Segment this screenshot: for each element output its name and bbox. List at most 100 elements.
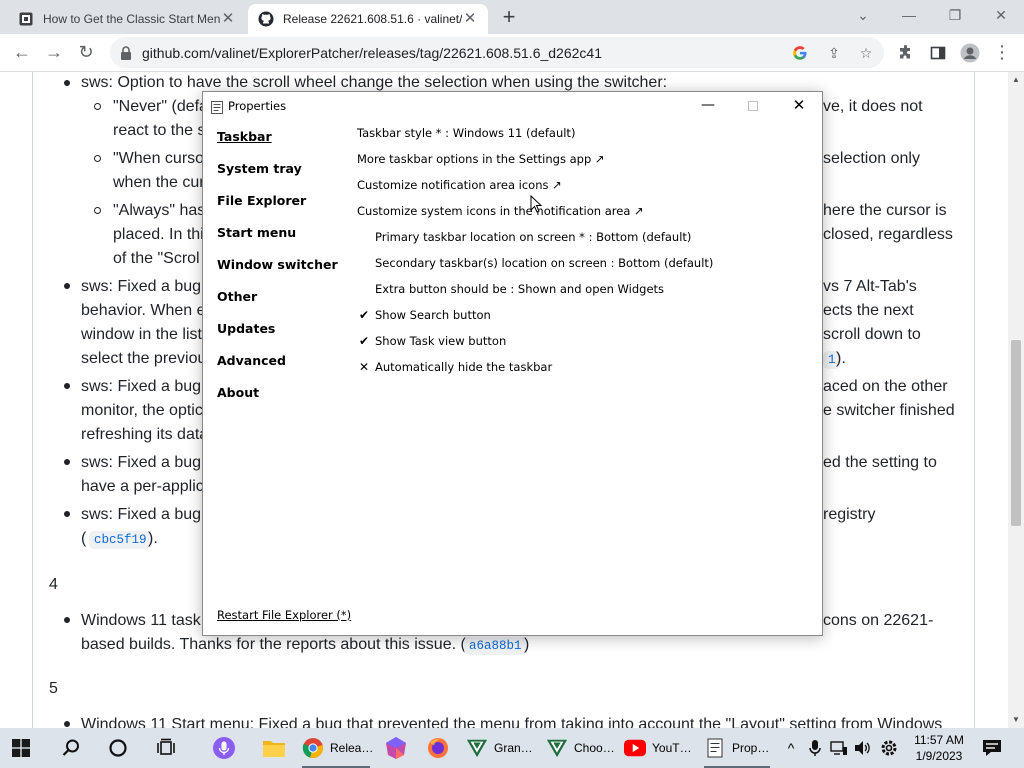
profile-icon[interactable] — [958, 41, 982, 65]
taskbar-app-properties[interactable]: Prop… — [704, 732, 770, 764]
file-explorer-icon[interactable] — [262, 732, 288, 764]
nav-file-explorer[interactable]: File Explorer — [217, 193, 306, 208]
commit-link[interactable]: a6a88b1 — [464, 633, 527, 658]
show-hidden-icons-chevron-up-icon[interactable]: ^ — [782, 732, 800, 764]
cortana-icon[interactable] — [108, 732, 132, 764]
list-item: react to the s — [113, 122, 206, 139]
taskview-icon[interactable] — [156, 732, 180, 764]
menu-icon[interactable]: ⋮ — [990, 41, 1014, 65]
nav-updates[interactable]: Updates — [217, 321, 275, 336]
dialog-minimize-button[interactable]: — — [693, 94, 723, 118]
list-item: refreshing its data — [81, 426, 209, 443]
commit-link[interactable]: cbc5f19 — [89, 527, 152, 552]
option-auto-hide-taskbar[interactable]: Automatically hide the taskbar — [375, 360, 552, 374]
taskbar-app-choose[interactable]: Choo… — [546, 732, 615, 764]
taskbar-app-grammarly[interactable]: Gran… — [466, 732, 533, 764]
volume-icon[interactable] — [854, 732, 872, 764]
google-icon[interactable] — [792, 45, 808, 61]
list-item: "Always" has — [113, 202, 206, 219]
scroll-down-arrow-icon[interactable]: ▼ — [1008, 712, 1024, 728]
page-scrollbar[interactable]: ▲ ▼ — [1008, 72, 1024, 728]
nav-taskbar[interactable]: Taskbar — [217, 129, 272, 144]
windows-start-icon[interactable] — [12, 732, 36, 764]
microphone-icon[interactable] — [806, 732, 824, 764]
list-bullet — [64, 383, 70, 389]
option-customize-notification-icons-link[interactable]: Customize notification area icons ↗ — [357, 178, 562, 192]
dialog-titlebar[interactable]: Properties — ✕ — [203, 92, 822, 120]
tab-close-icon[interactable]: ✕ — [462, 11, 478, 27]
option-taskbar-style[interactable]: Taskbar style * : Windows 11 (default) — [357, 126, 575, 140]
list-bullet — [94, 207, 101, 214]
list-bullet — [64, 721, 70, 727]
share-icon[interactable]: ⇪ — [826, 45, 842, 61]
taskbar-app-chrome[interactable]: Relea… — [302, 732, 374, 764]
list-item: closed, regardless — [823, 226, 953, 243]
new-tab-button[interactable]: + — [498, 6, 520, 29]
list-item: ) — [524, 636, 530, 653]
nav-start-menu[interactable]: Start menu — [217, 225, 296, 240]
tab-release[interactable]: Release 22621.608.51.6 · valinet/ ✕ — [248, 4, 488, 34]
gem-app-icon[interactable] — [384, 732, 410, 764]
browser-toolbar: ← → ↻ github.com/valinet/ExplorerPatcher… — [0, 34, 1024, 72]
sidepanel-icon[interactable] — [926, 41, 950, 65]
option-extra-button[interactable]: Extra button should be : Shown and open … — [375, 282, 664, 296]
github-icon — [258, 11, 274, 27]
list-item: ). — [836, 350, 846, 367]
nav-advanced[interactable]: Advanced — [217, 353, 286, 368]
option-show-search-button[interactable]: Show Search button — [375, 308, 491, 322]
window-close-button[interactable]: ✕ — [978, 3, 1024, 29]
window-restore-button[interactable]: ❐ — [932, 3, 978, 29]
list-item: registry — [823, 506, 876, 523]
dialog-close-button[interactable]: ✕ — [784, 94, 814, 118]
list-item: window in the list — [81, 326, 202, 343]
address-bar[interactable]: github.com/valinet/ExplorerPatcher/relea… — [110, 37, 884, 68]
window-minimize-button[interactable]: — — [886, 3, 932, 29]
option-show-task-view-button[interactable]: Show Task view button — [375, 334, 506, 348]
taskbar-app-label: Choo… — [574, 741, 615, 755]
reload-icon[interactable]: ↻ — [74, 41, 98, 65]
option-customize-system-icons-link[interactable]: Customize system icons in the notificati… — [357, 204, 644, 218]
nav-about[interactable]: About — [217, 385, 259, 400]
url-text: github.com/valinet/ExplorerPatcher/relea… — [142, 45, 602, 61]
properties-app-icon — [704, 737, 726, 759]
forward-arrow-icon[interactable]: → — [42, 41, 66, 65]
section-number: 4 — [49, 576, 58, 593]
nav-system-tray[interactable]: System tray — [217, 161, 302, 176]
list-item: Windows 11 Start menu: Fixed a bug that … — [81, 716, 943, 728]
tab-classic-start-menu[interactable]: How to Get the Classic Start Menu ✕ — [8, 4, 246, 34]
list-item: sws: Fixed a bug — [81, 506, 202, 523]
nav-other[interactable]: Other — [217, 289, 257, 304]
tab-search-chevron-down-icon[interactable]: ⌄ — [840, 3, 886, 29]
nav-window-switcher[interactable]: Window switcher — [217, 257, 338, 272]
firefox-icon[interactable] — [426, 732, 452, 764]
star-icon[interactable]: ☆ — [858, 45, 874, 61]
commit-hash: cbc5f19 — [89, 531, 152, 549]
option-secondary-taskbar-location[interactable]: Secondary taskbar(s) location on screen … — [375, 256, 713, 270]
checkmark-icon: ✔ — [358, 334, 370, 348]
scroll-thumb[interactable] — [1011, 340, 1021, 526]
option-primary-taskbar-location[interactable]: Primary taskbar location on screen * : B… — [375, 230, 691, 244]
list-item: select the previou — [81, 350, 207, 367]
scroll-up-arrow-icon[interactable]: ▲ — [1008, 72, 1024, 88]
list-item: when the cur — [113, 174, 205, 191]
network-icon[interactable] — [830, 732, 848, 764]
restart-file-explorer-link[interactable]: Restart File Explorer (*) — [217, 608, 351, 622]
notifications-icon[interactable] — [980, 732, 1004, 764]
option-more-taskbar-settings-link[interactable]: More taskbar options in the Settings app… — [357, 152, 605, 166]
properties-dialog: Properties — ✕ Taskbar System tray File … — [202, 91, 823, 636]
lock-icon[interactable] — [119, 45, 133, 61]
voice-access-microphone-icon[interactable] — [212, 732, 236, 764]
tab-close-icon[interactable]: ✕ — [220, 11, 236, 27]
list-item: sws: Fixed a bug — [81, 454, 202, 471]
list-item: monitor, the optic — [81, 402, 203, 419]
settings-icon[interactable] — [878, 732, 900, 764]
taskbar-app-youtube[interactable]: YouT… — [624, 732, 692, 764]
commit-hash: a6a88b1 — [464, 637, 527, 655]
taskbar-app-label: Relea… — [330, 741, 374, 755]
system-clock[interactable]: 11:57 AM 1/9/2023 — [906, 732, 972, 764]
search-icon[interactable] — [61, 732, 85, 764]
grammar-app-icon — [546, 737, 568, 759]
dialog-maximize-button[interactable] — [738, 94, 768, 118]
extensions-icon[interactable] — [894, 41, 918, 65]
back-arrow-icon[interactable]: ← — [10, 41, 34, 65]
